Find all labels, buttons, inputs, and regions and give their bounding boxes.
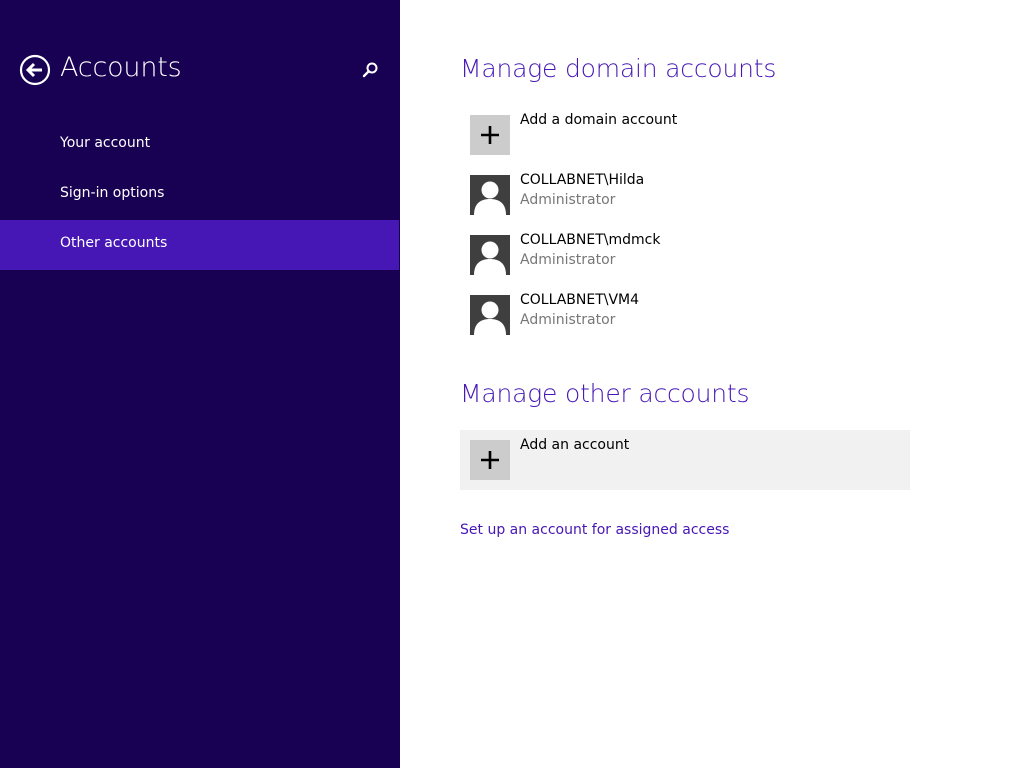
plus-icon [470, 115, 510, 155]
sidebar: Accounts Your account Sign-in options Ot… [0, 0, 400, 768]
user-avatar-icon [470, 295, 510, 335]
sidebar-item-sign-in-options[interactable]: Sign-in options [0, 170, 399, 220]
domain-accounts-heading: Manage domain accounts [460, 54, 777, 83]
account-item[interactable]: COLLABNET\Hilda Administrator [460, 165, 910, 225]
account-name: COLLABNET\VM4 [520, 292, 640, 308]
main-content: Manage domain accounts Add a domain acco… [400, 0, 1024, 768]
plus-icon [470, 440, 510, 480]
add-account-label: Add an account [520, 437, 630, 453]
sidebar-item-other-accounts[interactable]: Other accounts [0, 220, 399, 270]
account-item[interactable]: COLLABNET\VM4 Administrator [460, 285, 910, 345]
page-title: Accounts [60, 52, 182, 83]
account-role: Administrator [520, 252, 616, 268]
sidebar-item-label: Your account [60, 135, 151, 151]
sidebar-item-label: Sign-in options [60, 185, 165, 201]
add-domain-account-label: Add a domain account [520, 112, 678, 128]
other-accounts-heading: Manage other accounts [460, 379, 750, 408]
back-arrow-icon[interactable] [19, 54, 51, 86]
assigned-access-link[interactable]: Set up an account for assigned access [460, 522, 729, 538]
account-name: COLLABNET\Hilda [520, 172, 645, 188]
account-role: Administrator [520, 312, 616, 328]
sidebar-item-label: Other accounts [60, 235, 168, 251]
search-icon[interactable] [360, 60, 380, 80]
account-name: COLLABNET\mdmck [520, 232, 661, 248]
user-avatar-icon [470, 235, 510, 275]
account-role: Administrator [520, 192, 616, 208]
add-domain-account-button[interactable]: Add a domain account [460, 105, 910, 165]
account-item[interactable]: COLLABNET\mdmck Administrator [460, 225, 910, 285]
sidebar-item-your-account[interactable]: Your account [0, 120, 399, 170]
user-avatar-icon [470, 175, 510, 215]
add-account-button[interactable]: Add an account [460, 430, 910, 490]
